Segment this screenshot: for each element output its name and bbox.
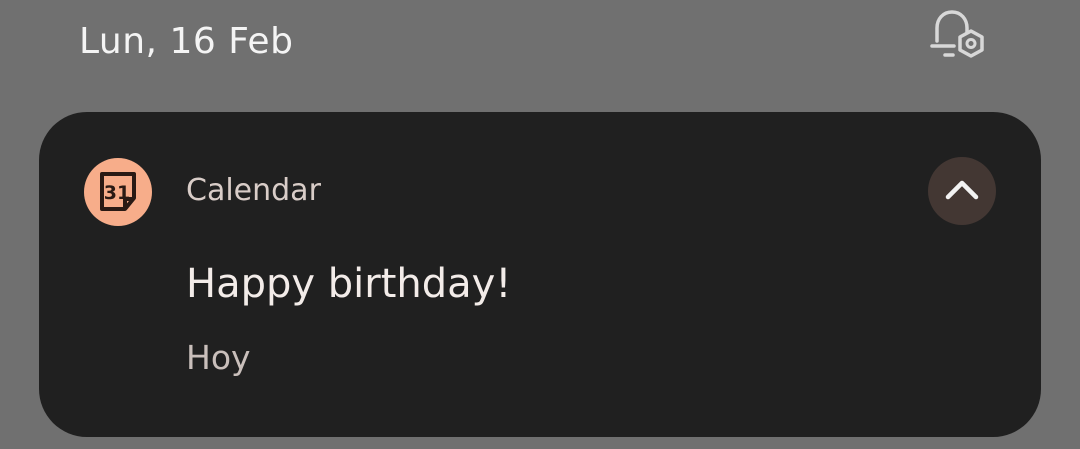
calendar-31-icon: 31 bbox=[100, 172, 136, 211]
notification-card[interactable]: 31 Calendar Happy birthday! Hoy bbox=[39, 112, 1041, 437]
notification-title: Happy birthday! bbox=[186, 261, 512, 307]
collapse-button[interactable] bbox=[928, 157, 996, 225]
chevron-up-icon bbox=[945, 180, 979, 200]
notification-subtitle: Hoy bbox=[186, 338, 251, 377]
notification-settings-button[interactable] bbox=[926, 4, 994, 70]
notification-settings-icon bbox=[930, 10, 984, 58]
header-date: Lun, 16 Feb bbox=[79, 21, 294, 62]
svg-text:31: 31 bbox=[104, 182, 130, 204]
app-name-label: Calendar bbox=[186, 173, 321, 208]
calendar-app-icon: 31 bbox=[84, 158, 152, 226]
